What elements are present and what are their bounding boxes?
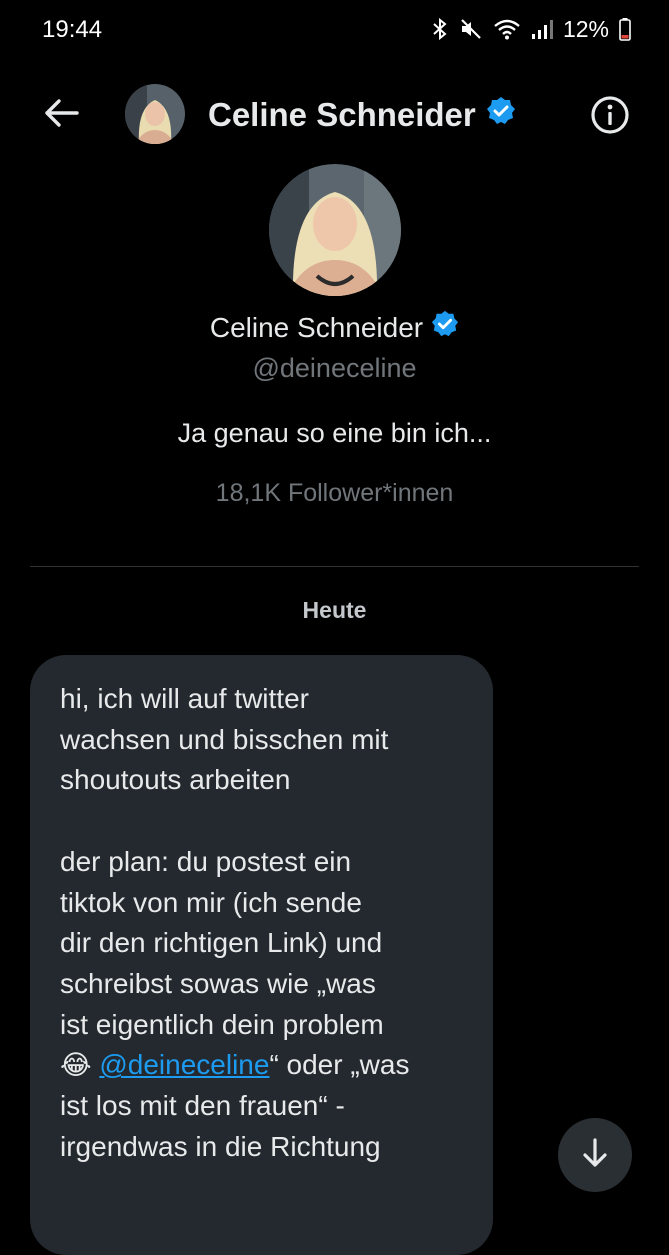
status-icons: 12%	[431, 14, 631, 44]
profile-handle: @deineceline	[252, 353, 417, 383]
battery-percent: 12%	[562, 15, 609, 42]
verified-badge-icon	[486, 96, 516, 134]
info-button[interactable]	[589, 94, 631, 136]
status-time: 19:44	[42, 16, 103, 43]
profile-followers: 18,1K Follower*innen	[215, 479, 454, 507]
mute-icon	[459, 17, 483, 41]
laughing-emoji: 😂	[60, 1050, 92, 1081]
divider	[30, 566, 639, 567]
wifi-icon	[493, 17, 521, 41]
battery-icon	[619, 17, 631, 41]
profile-name-text: Celine Schneider	[209, 311, 424, 343]
header-name-text: Celine Schneider	[208, 96, 476, 133]
header-avatar[interactable]	[125, 84, 185, 144]
date-separator: Heute	[302, 597, 367, 623]
scroll-to-bottom-button[interactable]	[558, 1118, 632, 1192]
profile-bio: Ja genau so eine bin ich...	[177, 418, 492, 448]
profile-avatar[interactable]	[268, 164, 401, 296]
status-bar: 19:44 12%	[0, 0, 669, 60]
back-arrow-icon	[42, 97, 80, 134]
message-text: hi, ich will auf twitter wachsen und bis…	[60, 679, 470, 1167]
bluetooth-icon	[431, 17, 449, 41]
info-icon	[589, 96, 631, 140]
back-button[interactable]	[40, 94, 82, 136]
message-bubble[interactable]: hi, ich will auf twitter wachsen und bis…	[30, 655, 493, 1255]
mention-link[interactable]: @deineceline	[99, 1049, 269, 1080]
profile-name: Celine Schneider	[0, 310, 669, 345]
verified-badge-icon	[431, 310, 459, 345]
message-text-part1: hi, ich will auf twitter wachsen und bis…	[60, 683, 389, 1040]
profile-card[interactable]: Celine Schneider @deineceline Ja genau s…	[0, 164, 669, 508]
header-title[interactable]: Celine Schneider	[208, 96, 516, 134]
conversation-header: Celine Schneider	[0, 82, 669, 146]
arrow-down-icon	[578, 1136, 612, 1175]
signal-icon	[531, 17, 553, 41]
